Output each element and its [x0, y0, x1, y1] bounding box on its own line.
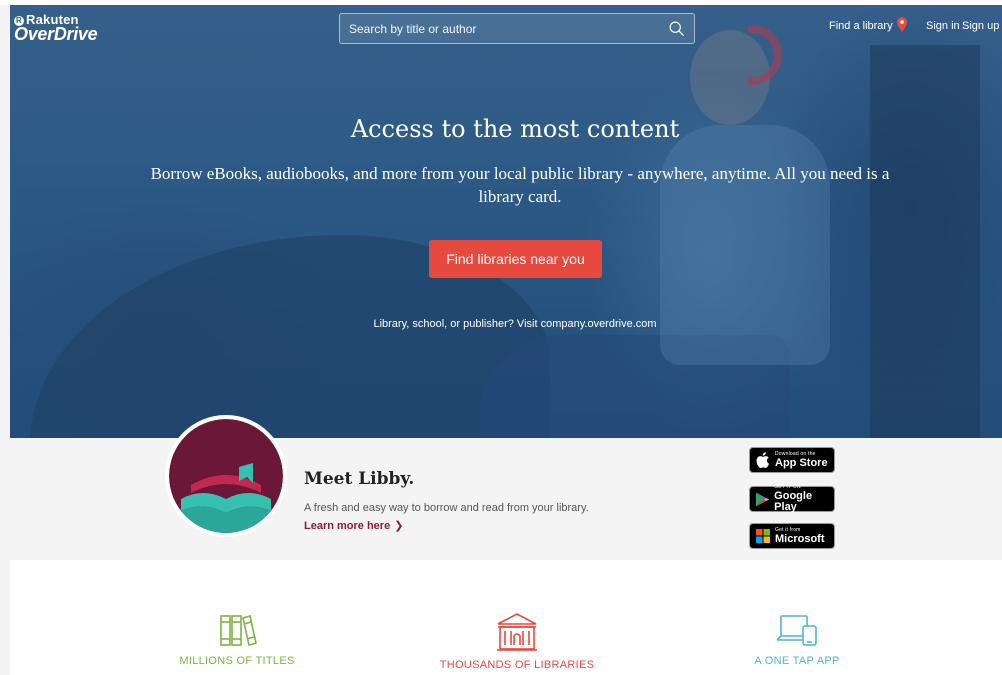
- app-store-small-text: Download on the: [775, 450, 816, 457]
- google-play-icon: [756, 491, 770, 507]
- libby-logo: [165, 415, 287, 537]
- libby-title: Meet Libby.: [304, 469, 415, 489]
- feature-label: THOUSANDS OF LIBRARIES: [439, 659, 595, 671]
- hero-overlay: [10, 5, 1002, 438]
- books-icon: [220, 614, 257, 647]
- microsoft-big-text: Microsoft: [775, 532, 825, 545]
- logo-overdrive-text: OverDrive: [14, 24, 98, 44]
- hero-subtitle: Borrow eBooks, audiobooks, and more from…: [150, 164, 890, 206]
- app-store-big-text: App Store: [775, 456, 828, 469]
- chevron-right-icon: ❯: [394, 520, 404, 532]
- google-play-big-text: Google Play: [774, 490, 813, 513]
- find-a-library-link[interactable]: Find a library: [829, 17, 907, 32]
- feature-label: A ONE TAP APP: [754, 655, 840, 667]
- apple-icon: [756, 452, 769, 468]
- hero-title: Access to the most content: [350, 115, 680, 143]
- left-gutter: [0, 0, 10, 675]
- microsoft-icon: [756, 529, 770, 543]
- find-a-library-label: Find a library: [829, 20, 893, 32]
- feature-one-tap-app: A ONE TAP APP: [697, 612, 897, 667]
- devices-icon: [776, 615, 817, 646]
- search-input[interactable]: [340, 14, 660, 43]
- sign-up-link[interactable]: Sign up: [962, 20, 999, 32]
- hero-note-text: Library, school, or publisher? Visit: [373, 318, 541, 330]
- learn-more-label: Learn more here: [304, 520, 391, 532]
- libby-description: A fresh and easy way to borrow and read …: [304, 502, 589, 514]
- learn-more-link[interactable]: Learn more here ❯: [304, 519, 403, 532]
- hero-banner: [10, 5, 1002, 438]
- top-strip: [0, 0, 1002, 5]
- hero-note: Library, school, or publisher? Visit com…: [0, 318, 1002, 330]
- overdrive-logo[interactable]: R Rakuten OverDrive: [14, 12, 124, 46]
- feature-thousands-of-libraries: THOUSANDS OF LIBRARIES: [417, 612, 617, 671]
- libby-section: [10, 438, 1002, 560]
- search-icon[interactable]: [668, 20, 685, 37]
- microsoft-store-badge[interactable]: Get it from Microsoft: [749, 523, 835, 549]
- company-site-link[interactable]: company.overdrive.com: [541, 318, 657, 330]
- feature-label: MILLIONS OF TITLES: [179, 655, 295, 667]
- find-libraries-button[interactable]: Find libraries near you: [429, 240, 602, 278]
- microsoft-small-text: Get it from: [775, 526, 801, 533]
- search-box: [339, 13, 695, 44]
- feature-millions-of-titles: MILLIONS OF TITLES: [137, 612, 337, 667]
- library-building-icon: [497, 613, 537, 651]
- google-play-badge[interactable]: GET IT ON Google Play: [749, 485, 835, 513]
- map-pin-icon: [896, 17, 907, 32]
- libby-app-icon: [169, 419, 283, 533]
- app-store-badge[interactable]: Download on the App Store: [749, 447, 835, 473]
- sign-in-link[interactable]: Sign in: [926, 20, 960, 32]
